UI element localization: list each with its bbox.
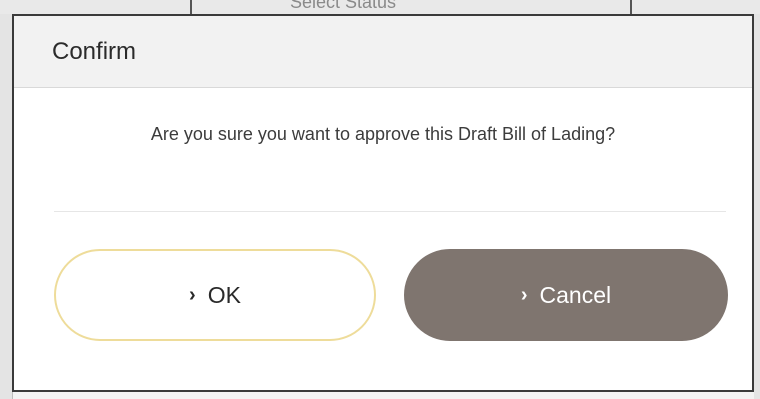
background-header-strip: Select Status [0,0,760,15]
background-right-edge [754,14,760,399]
chevron-right-icon: › [520,284,528,306]
dialog-title: Confirm [52,37,137,65]
dialog-message: Are you sure you want to approve this Dr… [150,124,616,144]
background-select-status-text: Select Status [290,0,397,12]
page: Select Status Confirm Are you sure you w… [0,0,760,399]
background-tick [630,0,632,14]
ok-button[interactable]: › OK [54,249,376,341]
cancel-button[interactable]: › Cancel [404,249,728,341]
dialog-header: Confirm [14,16,752,88]
background-tick [190,0,192,14]
cancel-button-label: Cancel [539,281,612,308]
ok-button-label: OK [207,281,241,308]
confirm-dialog: Confirm Are you sure you want to approve… [12,14,754,392]
dialog-divider [54,211,726,212]
chevron-right-icon: › [189,284,196,306]
